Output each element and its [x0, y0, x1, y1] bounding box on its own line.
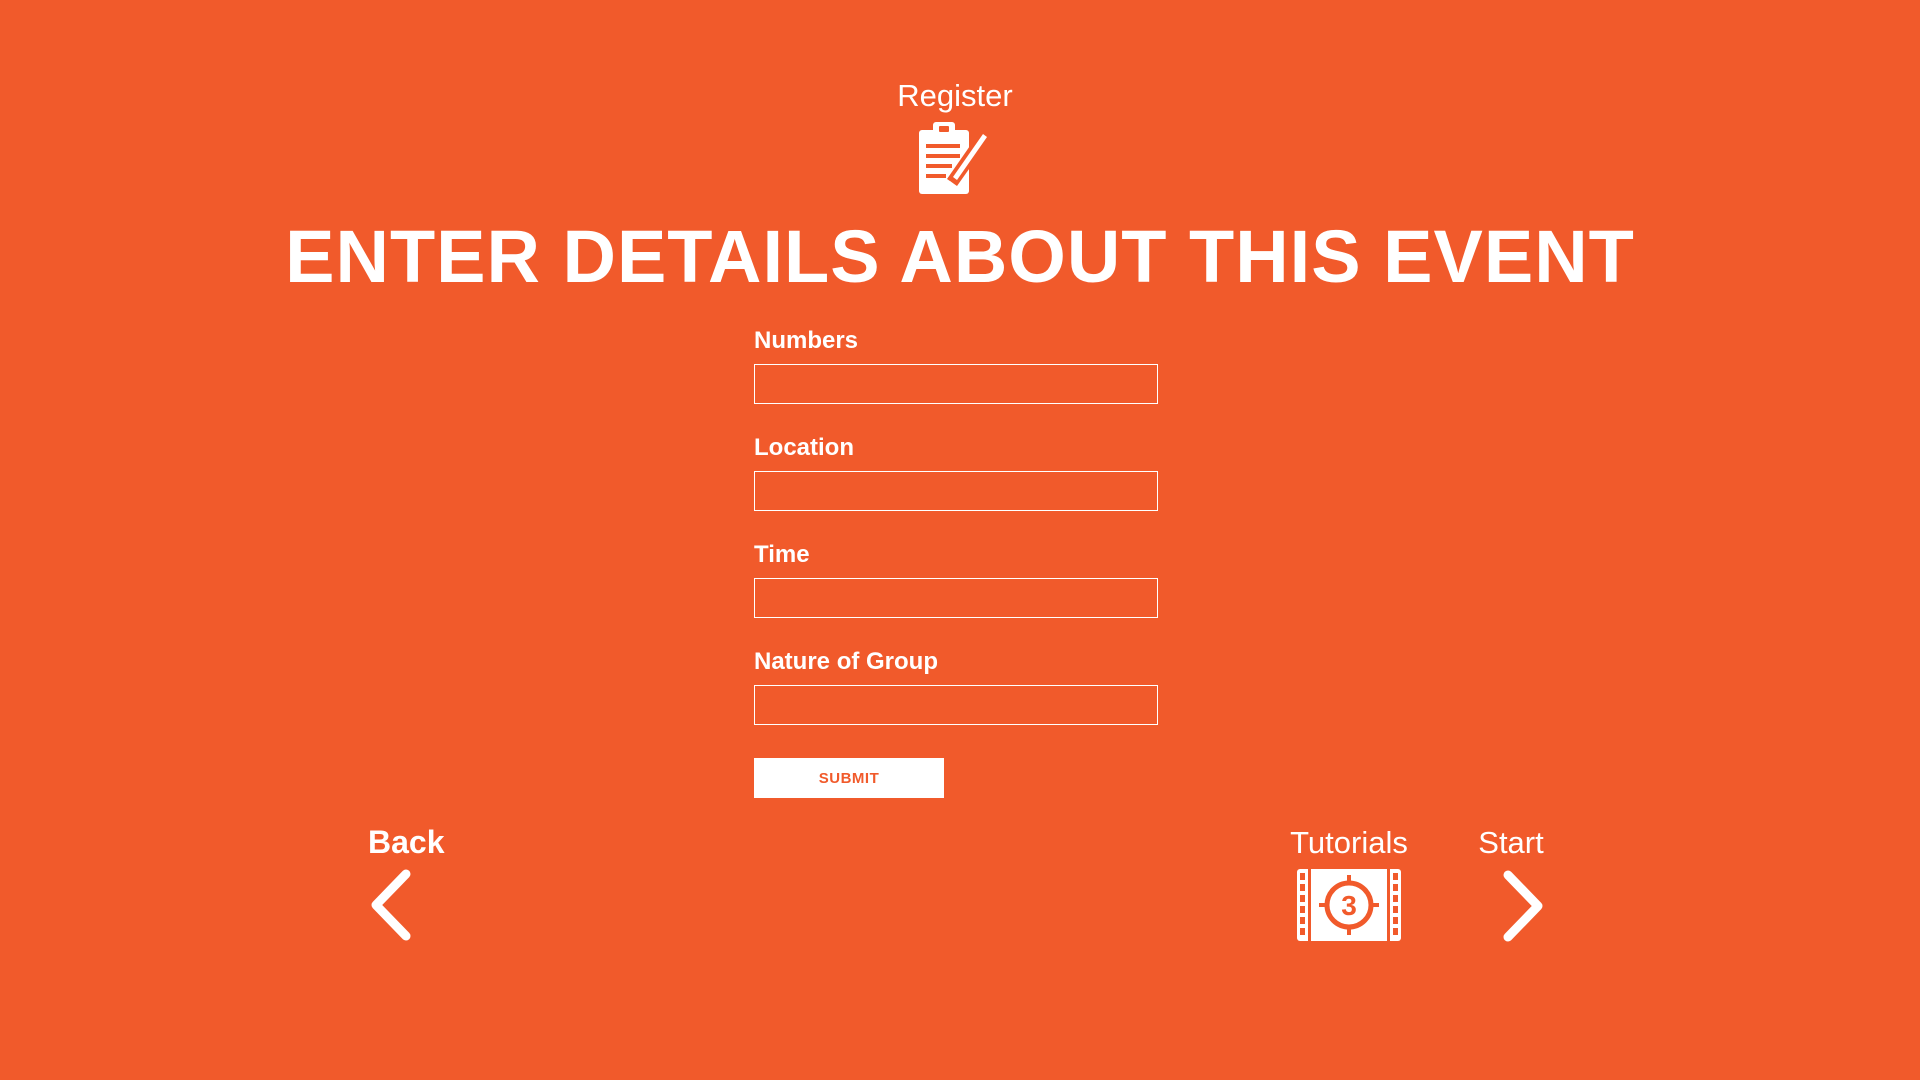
time-field: Time: [754, 536, 1158, 643]
back-button[interactable]: Back: [368, 820, 478, 942]
numbers-input[interactable]: [754, 364, 1158, 404]
clipboard-edit-icon: [919, 122, 991, 194]
tutorials-button[interactable]: Tutorials 3: [1275, 821, 1423, 941]
nature-of-group-label: Nature of Group: [754, 648, 938, 675]
nature-of-group-input[interactable]: [754, 685, 1158, 725]
film-countdown-icon: 3: [1297, 869, 1401, 941]
time-label: Time: [754, 541, 810, 568]
submit-button[interactable]: SUBMIT: [754, 758, 944, 798]
location-input[interactable]: [754, 471, 1158, 511]
register-link[interactable]: Register: [860, 74, 1050, 198]
tutorials-label: Tutorials: [1290, 825, 1408, 860]
numbers-field: Numbers: [754, 322, 1158, 429]
event-details-form: Numbers Location Time Nature of Group SU…: [754, 322, 1158, 798]
location-field: Location: [754, 429, 1158, 536]
back-label: Back: [368, 824, 445, 860]
countdown-number: 3: [1341, 890, 1357, 921]
start-button[interactable]: Start: [1466, 821, 1556, 943]
numbers-label: Numbers: [754, 327, 859, 354]
time-input[interactable]: [754, 578, 1158, 618]
location-label: Location: [754, 434, 854, 461]
page-title: ENTER DETAILS ABOUT THIS EVENT: [285, 215, 1635, 298]
start-label: Start: [1478, 825, 1544, 860]
chevron-right-icon: [1503, 870, 1543, 942]
register-label: Register: [897, 78, 1013, 113]
nature-of-group-field: Nature of Group: [754, 643, 1158, 750]
chevron-left-icon: [371, 869, 411, 941]
